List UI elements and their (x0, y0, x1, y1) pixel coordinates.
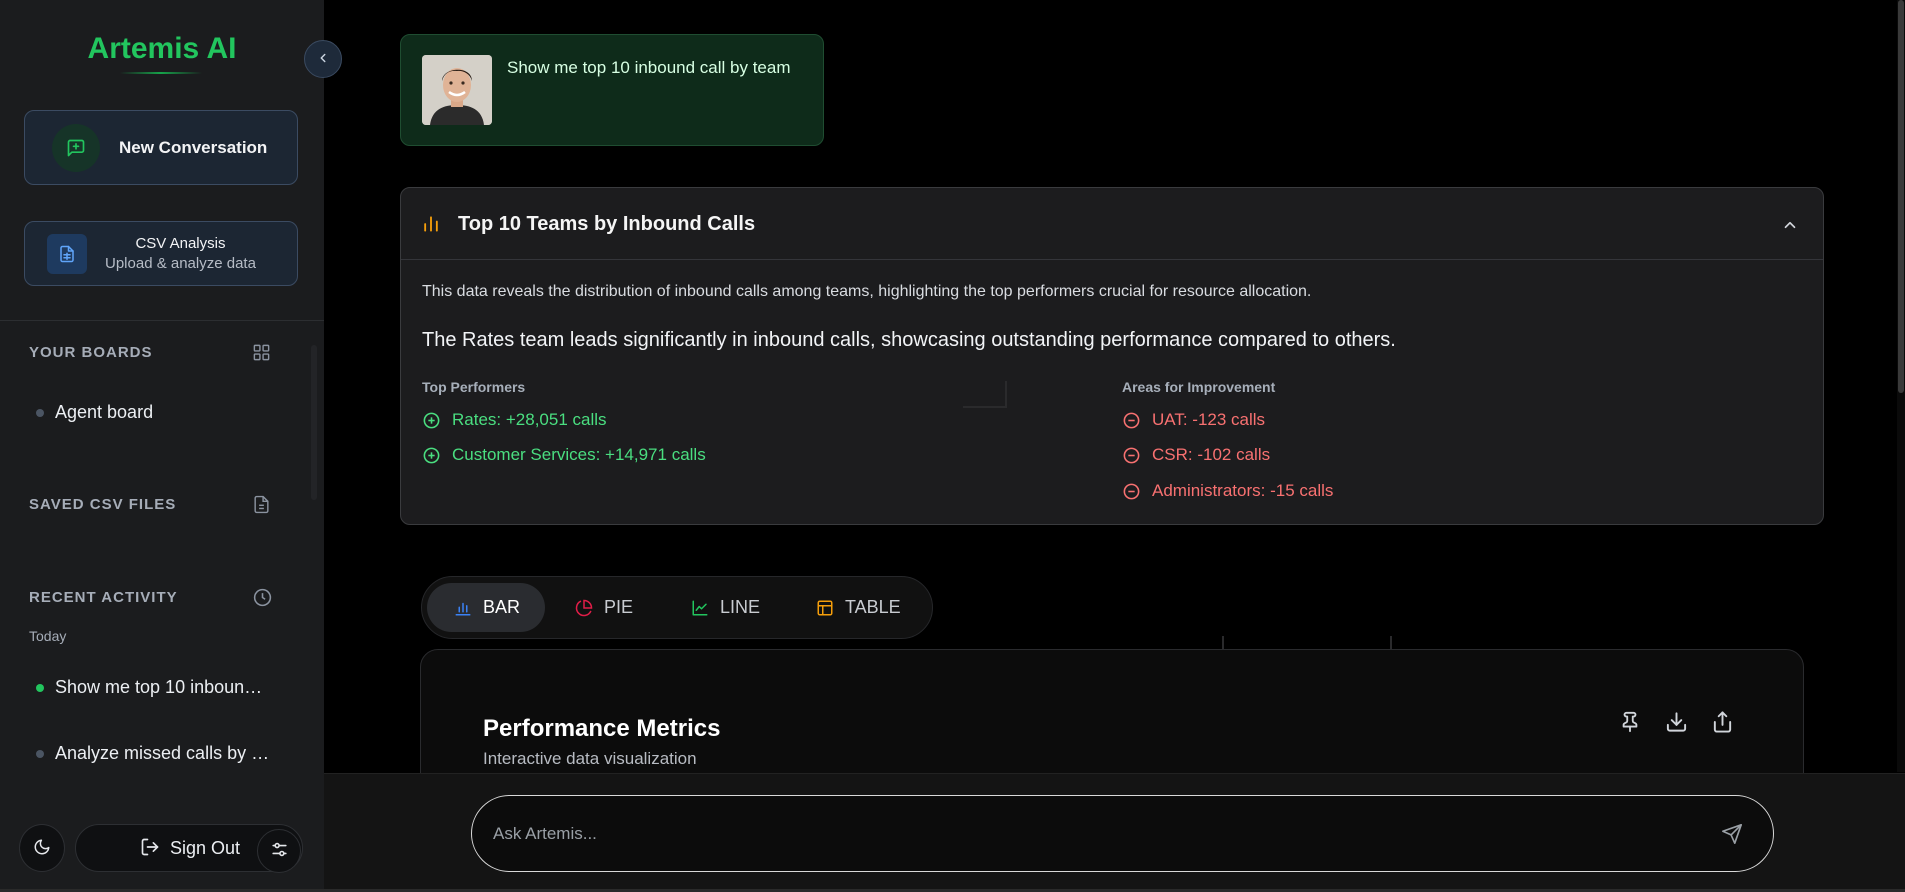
improvement-label: CSR: -102 calls (1152, 445, 1271, 464)
user-message-bubble: Show me top 10 inbound call by team (400, 34, 824, 146)
board-dot (36, 408, 44, 417)
user-message-text: Show me top 10 inbound call by team (507, 58, 791, 77)
minus-circle-icon (1122, 446, 1141, 465)
top-performer-label: Customer Services: +14,971 calls (452, 445, 706, 464)
csv-analysis-subtitle: Upload & analyze data (105, 255, 256, 272)
clock-icon[interactable] (252, 587, 273, 613)
top-performer-item: Customer Services: +14,971 calls (422, 445, 706, 465)
sidebar-scrollbar[interactable] (310, 330, 318, 800)
sidebar: Artemis AI New Conversation CSV Analysis… (0, 0, 324, 892)
chevron-left-icon (316, 51, 330, 68)
recent-activity-heading: RECENT ACTIVITY (29, 589, 178, 606)
recent-active-dot (36, 683, 44, 692)
panel-subtitle: Interactive data visualization (483, 749, 697, 768)
saved-csv-heading: SAVED CSV FILES (29, 496, 177, 513)
grid-icon[interactable] (252, 343, 271, 367)
sign-out-label: Sign Out (170, 837, 241, 858)
top-performer-item: Rates: +28,051 calls (422, 410, 607, 430)
tab-bar[interactable]: BAR (427, 583, 546, 632)
panel-title: Performance Metrics (483, 715, 721, 742)
improvement-item: Administrators: -15 calls (1122, 481, 1333, 501)
board-item-agent-board[interactable]: Agent board (36, 402, 153, 423)
tab-label: TABLE (845, 597, 901, 617)
bar-chart-icon (454, 599, 472, 617)
recent-item-label: Show me top 10 inboun… (55, 677, 263, 697)
improvement-item: UAT: -123 calls (1122, 410, 1265, 430)
tab-label: BAR (483, 597, 521, 617)
tab-label: LINE (720, 597, 761, 617)
user-avatar (422, 55, 492, 125)
main-scrollbar[interactable] (1897, 0, 1905, 772)
message-plus-icon (52, 123, 100, 172)
sidebar-divider (0, 320, 324, 321)
recent-dot (36, 749, 44, 758)
ask-input-container[interactable] (471, 795, 1774, 872)
csv-analysis-title: CSV Analysis (135, 235, 226, 252)
new-conversation-button[interactable]: New Conversation (24, 110, 298, 185)
top-performer-label: Rates: +28,051 calls (452, 410, 607, 429)
log-out-icon (140, 837, 160, 860)
csv-analysis-button[interactable]: CSV Analysis Upload & analyze data (24, 221, 298, 286)
tab-label: PIE (604, 597, 634, 617)
insight-card-header[interactable]: Top 10 Teams by Inbound Calls (401, 188, 1823, 260)
brand-title: Artemis AI (87, 32, 237, 65)
minus-circle-icon (1122, 482, 1141, 501)
improvement-label: Administrators: -15 calls (1152, 481, 1334, 500)
improvement-heading: Areas for Improvement (1122, 379, 1276, 395)
chart-type-tabs: BAR PIE LINE TABLE (421, 576, 933, 639)
brand-underline (120, 72, 202, 74)
moon-icon (33, 838, 51, 859)
new-conversation-label: New Conversation (119, 137, 268, 157)
collapse-sidebar-button[interactable] (304, 40, 342, 78)
table-icon (816, 599, 834, 617)
improvement-label: UAT: -123 calls (1152, 410, 1266, 429)
bar-chart-icon (421, 214, 441, 239)
recent-item-top10[interactable]: Show me top 10 inboun… (36, 677, 262, 698)
insight-card-title: Top 10 Teams by Inbound Calls (458, 213, 756, 235)
decorative-bracket (963, 381, 1007, 408)
line-chart-icon (691, 599, 709, 617)
send-icon[interactable] (1721, 823, 1743, 850)
insight-highlight: The Rates team leads significantly in in… (422, 329, 1396, 351)
sliders-icon (270, 840, 289, 862)
recent-item-missed-calls[interactable]: Analyze missed calls by … (36, 743, 269, 764)
chevron-up-icon[interactable] (1781, 216, 1799, 239)
tab-table[interactable]: TABLE (816, 583, 901, 632)
ask-input[interactable] (493, 820, 1693, 848)
settings-button[interactable] (257, 829, 301, 873)
minus-circle-icon (1122, 411, 1141, 430)
plus-circle-icon (422, 411, 441, 430)
file-spreadsheet-icon (47, 233, 87, 274)
pin-icon[interactable] (1619, 710, 1641, 739)
download-icon[interactable] (1665, 710, 1688, 739)
insight-card: Top 10 Teams by Inbound Calls This data … (400, 187, 1824, 525)
share-icon[interactable] (1711, 710, 1734, 739)
file-icon[interactable] (252, 495, 271, 519)
top-performers-heading: Top Performers (422, 379, 526, 395)
recent-item-label: Analyze missed calls by … (55, 743, 270, 763)
theme-toggle-button[interactable] (19, 824, 65, 872)
tab-line[interactable]: LINE (691, 583, 760, 632)
boards-heading: YOUR BOARDS (29, 344, 153, 361)
board-item-label: Agent board (55, 402, 154, 422)
improvement-item: CSR: -102 calls (1122, 445, 1270, 465)
recent-group-label: Today (29, 628, 67, 644)
tab-pie[interactable]: PIE (575, 583, 633, 632)
plus-circle-icon (422, 446, 441, 465)
insight-description: This data reveals the distribution of in… (422, 283, 1312, 300)
pie-chart-icon (575, 599, 593, 617)
